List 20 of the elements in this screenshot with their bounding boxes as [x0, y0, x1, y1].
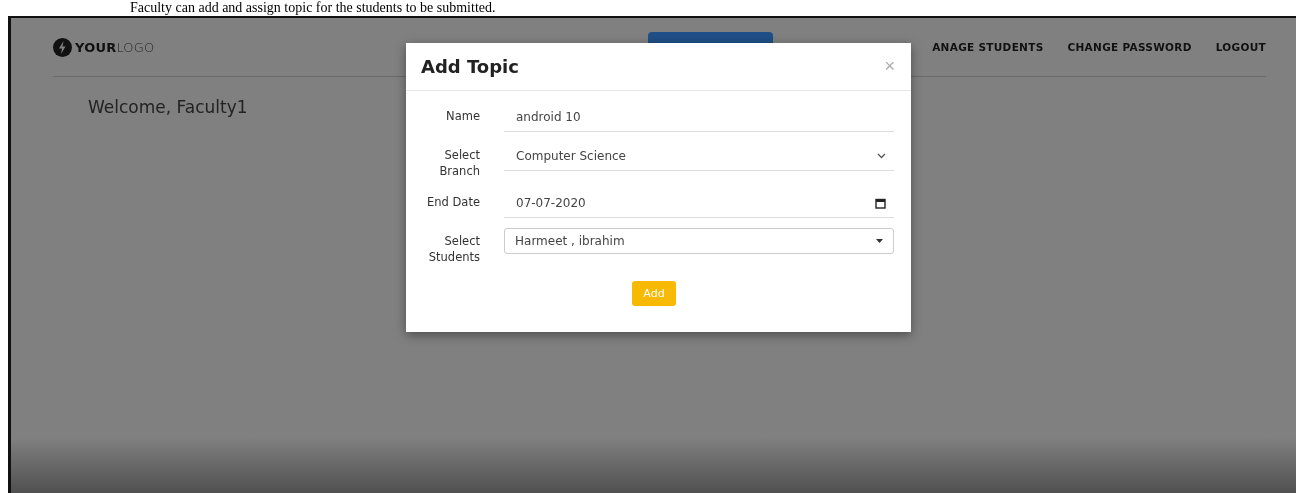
calendar-icon: [875, 197, 886, 209]
chevron-down-icon: [877, 153, 886, 159]
welcome-text: Welcome, Faculty1: [88, 97, 248, 117]
field-label: Select Branch: [438, 147, 480, 179]
field-label: Name: [445, 108, 480, 124]
select-field[interactable]: Computer Science: [504, 142, 894, 171]
field-label: End Date: [426, 194, 480, 210]
caret-down-icon: [876, 239, 883, 243]
close-button[interactable]: ×: [884, 56, 895, 77]
select-field[interactable]: Harmeet , ibrahim: [504, 228, 894, 254]
bolt-logo-icon: [53, 37, 72, 57]
date-field[interactable]: 07-07-2020: [504, 189, 894, 218]
input-field[interactable]: android 10: [504, 103, 894, 132]
field-label: Select Students: [427, 233, 480, 265]
nav-link[interactable]: CHANGE PASSWORD: [1067, 41, 1192, 53]
nav-link[interactable]: LOGOUT: [1215, 41, 1266, 53]
modal-title: Add Topic: [421, 56, 519, 77]
logo-text: YOURLOGO: [75, 39, 155, 55]
nav-link[interactable]: ANAGE STUDENTS: [932, 41, 1044, 53]
caption: Faculty can add and assign topic for the students to be submitted.: [129, 0, 497, 16]
